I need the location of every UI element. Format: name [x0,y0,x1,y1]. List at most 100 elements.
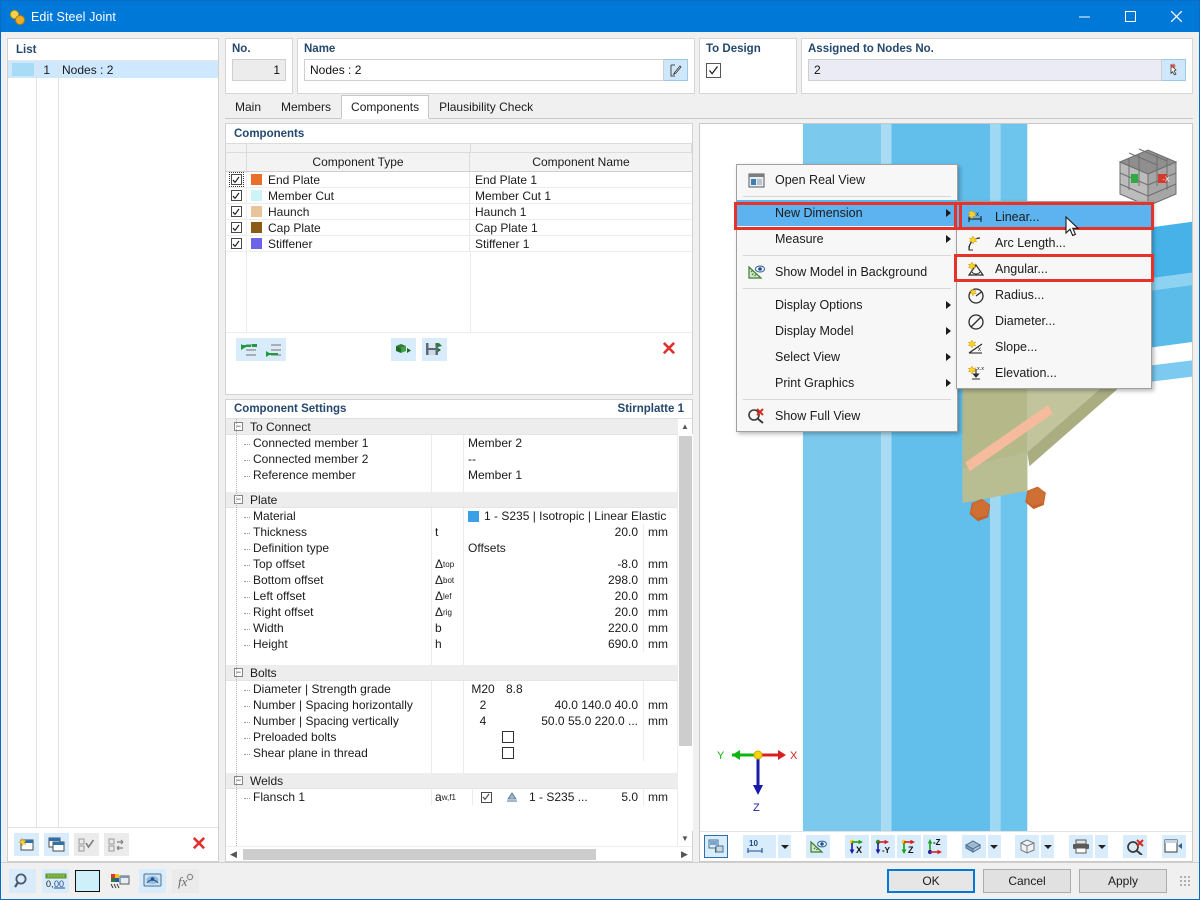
settings-row[interactable]: Connected member 1Member 2 [226,435,677,451]
settings-tree[interactable]: −To Connect Connected member 1Member 2 C… [226,419,677,846]
rendering-icon[interactable] [962,835,986,858]
check-all-icon[interactable] [74,833,99,856]
row-checkbox[interactable] [226,220,247,235]
color-swatch-icon[interactable] [75,870,100,892]
edit-pencil-icon[interactable] [664,59,688,81]
scrollbar-thumb[interactable] [679,436,692,746]
settings-row[interactable]: Left offsetΔlef20.0mm [226,588,677,604]
submenu-item-radius[interactable]: Radius... [957,282,1151,308]
scale-icon[interactable]: 10 [743,835,776,858]
settings-group-bolts[interactable]: −Bolts [226,665,677,681]
scroll-up-icon[interactable]: ▲ [678,419,693,434]
copy-item-icon[interactable] [44,833,69,856]
zoom-reset-icon[interactable] [1123,835,1147,858]
settings-row[interactable]: Diameter | Strength gradeM208.8 [226,681,677,697]
submenu-item-diameter[interactable]: Diameter... [957,308,1151,334]
row-checkbox[interactable] [226,172,247,187]
settings-row[interactable]: Material1 - S235 | Isotropic | Linear El… [226,508,677,524]
menu-item-display-options[interactable]: Display Options [737,292,957,318]
assigned-nodes-input[interactable] [808,59,1162,81]
settings-horizontal-scrollbar[interactable]: ◀ ▶ [226,846,692,861]
menu-item-display-model[interactable]: Display Model [737,318,957,344]
name-input[interactable] [304,59,664,81]
row-checkbox[interactable] [226,204,247,219]
settings-group-welds[interactable]: −Welds [226,773,677,789]
cancel-button[interactable]: Cancel [983,869,1071,893]
weld-enabled-checkbox[interactable] [481,792,492,803]
render-mode-icon[interactable] [704,835,728,858]
settings-vertical-scrollbar[interactable]: ▲ ▼ [677,419,692,846]
table-row[interactable]: Stiffener Stiffener 1 [226,236,692,252]
print-icon[interactable] [1069,835,1093,858]
scroll-down-icon[interactable]: ▼ [678,831,693,846]
menu-item-show-full-view[interactable]: Show Full View [737,403,957,429]
settings-row[interactable]: Bottom offsetΔbot298.0mm [226,572,677,588]
move-down-icon[interactable] [261,338,286,361]
list-item[interactable]: 1 Nodes : 2 [8,61,218,78]
settings-row[interactable]: Number | Spacing horizontally240.0 140.0… [226,697,677,713]
box-dropdown-icon[interactable] [1041,835,1054,858]
settings-row[interactable]: Right offsetΔrig20.0mm [226,604,677,620]
decimal-places-icon[interactable]: 0,00 [42,869,69,893]
close-button[interactable] [1153,1,1199,32]
view-y-icon[interactable]: -Y [871,835,895,858]
submenu-item-elevation[interactable]: x.x Elevation... [957,360,1151,386]
to-design-checkbox[interactable] [706,63,721,78]
function-icon[interactable]: fx [172,869,199,893]
weld-type-icon[interactable] [499,791,525,803]
table-row[interactable]: Member Cut Member Cut 1 [226,188,692,204]
new-item-icon[interactable] [14,833,39,856]
legend-icon[interactable] [106,869,133,893]
settings-row[interactable]: Number | Spacing vertically450.0 55.0 22… [226,713,677,729]
search-icon[interactable] [9,869,36,893]
settings-row[interactable]: Shear plane in thread [226,745,677,761]
tab-plausibility-check[interactable]: Plausibility Check [429,95,543,118]
preloaded-bolts-checkbox[interactable] [502,731,514,743]
print-dropdown-icon[interactable] [1095,835,1108,858]
submenu-item-arc-length[interactable]: Arc Length... [957,230,1151,256]
scroll-right-icon[interactable]: ▶ [677,847,692,862]
box-icon[interactable] [1015,835,1039,858]
row-checkbox[interactable] [226,188,247,203]
view-iso-icon[interactable]: -Z [923,835,947,858]
settings-row[interactable]: Preloaded bolts [226,729,677,745]
settings-group-to-connect[interactable]: −To Connect [226,419,677,435]
window-detach-icon[interactable] [1162,835,1186,858]
context-menu[interactable]: Open Real View New Dimension [736,164,958,432]
no-input[interactable] [232,59,286,81]
row-checkbox[interactable] [226,236,247,251]
scroll-left-icon[interactable]: ◀ [226,847,241,862]
import-component-icon[interactable] [391,338,416,361]
settings-group-plate[interactable]: −Plate [226,492,677,508]
settings-row[interactable]: Connected member 2-- [226,451,677,467]
table-row[interactable]: End Plate End Plate 1 [226,172,692,188]
menu-item-measure[interactable]: Measure [737,226,957,252]
toggle-check-icon[interactable] [104,833,129,856]
shear-plane-checkbox[interactable] [502,747,514,759]
submenu-item-angular[interactable]: Angular... [957,256,1151,282]
settings-row[interactable]: Heighth690.0mm [226,636,677,652]
pick-node-icon[interactable] [1162,59,1186,81]
minimize-button[interactable] [1061,1,1107,32]
hscrollbar-thumb[interactable] [243,849,596,860]
submenu-item-linear[interactable]: x Linear... [957,204,1151,230]
move-up-icon[interactable] [236,338,261,361]
menu-item-show-model-in-background[interactable]: Show Model in Background [737,259,957,285]
menu-item-select-view[interactable]: Select View [737,344,957,370]
settings-row[interactable]: Reference memberMember 1 [226,467,677,483]
scale-dropdown-icon[interactable] [778,835,791,858]
menu-item-print-graphics[interactable]: Print Graphics [737,370,957,396]
maximize-button[interactable] [1107,1,1153,32]
dimension-icon[interactable] [806,835,830,858]
settings-row[interactable]: Widthb220.0mm [226,620,677,636]
apply-button[interactable]: Apply [1079,869,1167,893]
submenu-item-slope[interactable]: x Slope... [957,334,1151,360]
tab-main[interactable]: Main [225,95,271,118]
settings-row[interactable]: Top offsetΔtop-8.0mm [226,556,677,572]
rendering-dropdown-icon[interactable] [988,835,1001,858]
settings-row[interactable]: Definition typeOffsets [226,540,677,556]
delete-icon[interactable]: ✕ [186,833,212,857]
menu-item-new-dimension[interactable]: New Dimension [737,200,957,226]
delete-component-icon[interactable]: ✕ [656,338,682,362]
menu-item-open-real-view[interactable]: Open Real View [737,167,957,193]
